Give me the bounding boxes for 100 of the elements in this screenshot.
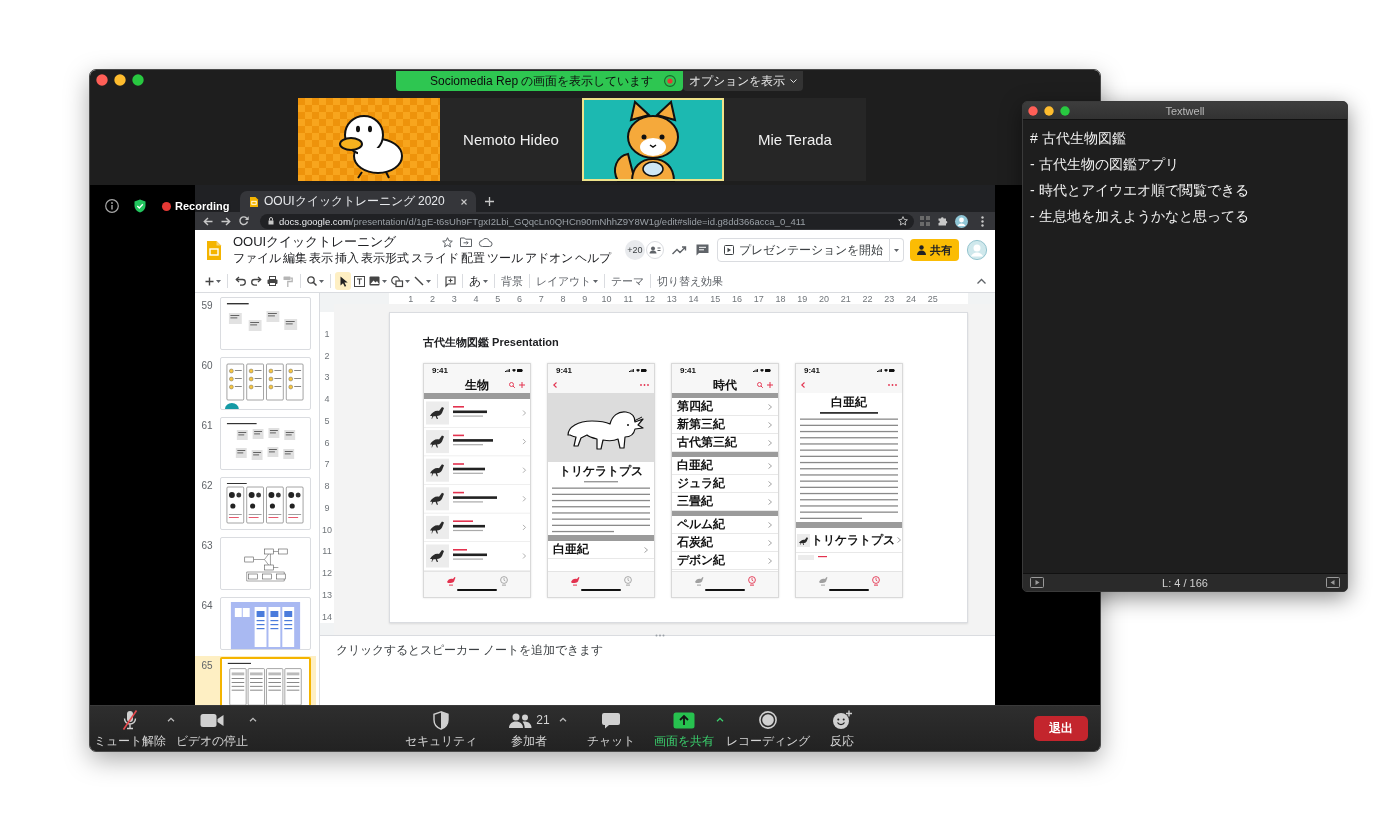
forward-arrow-icon[interactable] <box>221 216 231 226</box>
menu-item[interactable]: 表示 <box>309 251 333 266</box>
toolbar-button[interactable]: テーマ <box>609 272 646 290</box>
security-button[interactable]: セキュリティ <box>405 706 477 750</box>
filmstrip-item[interactable]: 61 <box>195 416 316 476</box>
chevron-icon <box>768 480 772 487</box>
filmstrip-item[interactable]: 63 <box>195 536 316 596</box>
ring-dot-icon[interactable] <box>664 75 676 87</box>
filmstrip-item[interactable]: 64 <box>195 596 316 656</box>
image-icon <box>369 276 380 286</box>
menu-item[interactable]: ツール <box>487 251 523 266</box>
trend-line-icon[interactable] <box>672 245 686 255</box>
ruler-number: 10 <box>322 524 332 535</box>
menu-item[interactable]: ヘルプ <box>575 251 611 266</box>
slide-number: 60 <box>200 360 214 371</box>
comment-icon[interactable] <box>696 244 709 256</box>
menu-caret-icon[interactable] <box>716 717 724 722</box>
menu-item[interactable]: 挿入 <box>335 251 359 266</box>
select-button[interactable] <box>335 272 351 290</box>
microphone-button[interactable]: ミュート解除 <box>94 706 166 750</box>
redo-icon <box>250 276 262 286</box>
leave-button[interactable]: 退出 <box>1034 716 1088 741</box>
battery-icon <box>765 369 771 372</box>
ruler-number: 8 <box>324 481 330 491</box>
shield-check-icon[interactable] <box>134 199 146 213</box>
reload-icon[interactable] <box>239 216 249 226</box>
menu-caret-icon[interactable] <box>249 717 257 722</box>
line-icon <box>414 276 424 286</box>
menu-item[interactable]: 編集 <box>283 251 307 266</box>
present-button[interactable]: プレゼンテーションを開始 <box>717 238 890 262</box>
browser-tab[interactable]: OOUIクイックトレーニング 2020 <box>240 191 476 212</box>
info-icon[interactable] <box>105 199 119 213</box>
back-chevron-icon <box>801 382 805 388</box>
folder-arrow-icon[interactable] <box>460 237 472 247</box>
window-minimize-icon[interactable] <box>114 74 126 86</box>
play-icon[interactable] <box>1030 577 1044 588</box>
share-screen-button[interactable]: 画面を共有 <box>653 706 715 750</box>
menu-item[interactable]: 配置 <box>461 251 485 266</box>
filmstrip-item[interactable]: 60 <box>195 356 316 416</box>
kebab-menu-icon[interactable] <box>981 215 984 227</box>
window-close-icon[interactable] <box>1028 105 1038 116</box>
era-label: ジュラ紀 <box>677 477 725 490</box>
toolbar-button[interactable]: レイアウト <box>534 272 600 290</box>
share-button[interactable]: 共有 <box>910 239 959 261</box>
slide-number: 65 <box>200 660 214 671</box>
slide-number: 62 <box>200 480 214 491</box>
search-icon <box>757 382 763 388</box>
document-title[interactable]: OOUIクイックトレーニング <box>233 233 435 251</box>
puzzle-icon[interactable] <box>938 216 948 226</box>
printer-icon <box>266 276 278 286</box>
present-options-button[interactable] <box>890 238 904 262</box>
star-icon[interactable] <box>442 236 453 248</box>
window-close-icon[interactable] <box>96 74 108 86</box>
menu-caret-icon[interactable] <box>559 717 567 722</box>
close-icon[interactable] <box>460 198 467 205</box>
chat-button[interactable]: チャット <box>584 706 638 750</box>
back-arrow-icon[interactable] <box>203 216 213 226</box>
play-box-icon <box>724 245 734 255</box>
video-camera-icon <box>200 712 224 728</box>
plus-icon[interactable] <box>484 197 494 206</box>
caret-down-icon <box>790 79 797 83</box>
cloud-icon[interactable] <box>479 237 492 247</box>
toolbar-button[interactable]: 背景 <box>499 272 525 290</box>
window-minimize-icon[interactable] <box>1044 105 1054 116</box>
reactions-button[interactable]: 反応 <box>820 706 864 750</box>
window-maximize-icon[interactable] <box>132 74 144 86</box>
ruler-number: 17 <box>753 293 764 304</box>
menu-item[interactable]: 表示形式 <box>361 251 409 266</box>
user-list-icon[interactable] <box>646 241 664 259</box>
menu-item[interactable]: アドオン <box>525 251 573 266</box>
window-maximize-icon[interactable] <box>1060 105 1070 116</box>
record-button[interactable]: レコーディング <box>725 706 811 750</box>
view-options-button[interactable]: オプションを表示 <box>683 71 803 91</box>
resize-handle-icon[interactable] <box>655 634 665 637</box>
profile-avatar-icon[interactable] <box>955 214 968 228</box>
input-tools-button[interactable]: あ <box>467 272 490 290</box>
menu-caret-icon[interactable] <box>167 717 175 722</box>
text-box-icon <box>353 275 365 287</box>
era-title: 白亜紀 <box>831 396 867 409</box>
toolbar-button[interactable]: 切り替え効果 <box>655 272 725 290</box>
collaborator-count[interactable]: +20 <box>625 240 645 260</box>
filmstrip-item[interactable]: 62 <box>195 476 316 536</box>
filmstrip-item[interactable]: 65 <box>195 656 316 705</box>
menu-item[interactable]: スライド <box>411 251 459 266</box>
ruler-number: 8 <box>560 293 566 304</box>
star-icon[interactable] <box>898 216 908 226</box>
paint-roller-icon <box>283 275 293 287</box>
ruler-number: 2 <box>324 350 330 361</box>
slide-number: 61 <box>200 420 214 431</box>
wifi-icon <box>635 369 640 372</box>
filmstrip-item[interactable]: 59 <box>195 296 316 356</box>
chevron-up-icon[interactable] <box>977 278 986 284</box>
participants-button[interactable]: 21 参加者 <box>500 706 558 750</box>
address-field[interactable]: docs.google.com/presentation/d/1gE-t6sUh9FTgxI2Lbi_GQqcLn0QHCn90mNhhZ9Y8W1g/edit#slide=id.g8dd366acca_0_411 <box>260 213 914 229</box>
menu-item[interactable]: ファイル <box>233 251 281 266</box>
ruler-number: 18 <box>775 293 786 304</box>
cursor-icon <box>339 275 347 287</box>
video-button[interactable]: ビデオの停止 <box>176 706 248 750</box>
creature-name: トリケラトプス <box>811 533 896 547</box>
ruler-number: 7 <box>324 459 330 470</box>
